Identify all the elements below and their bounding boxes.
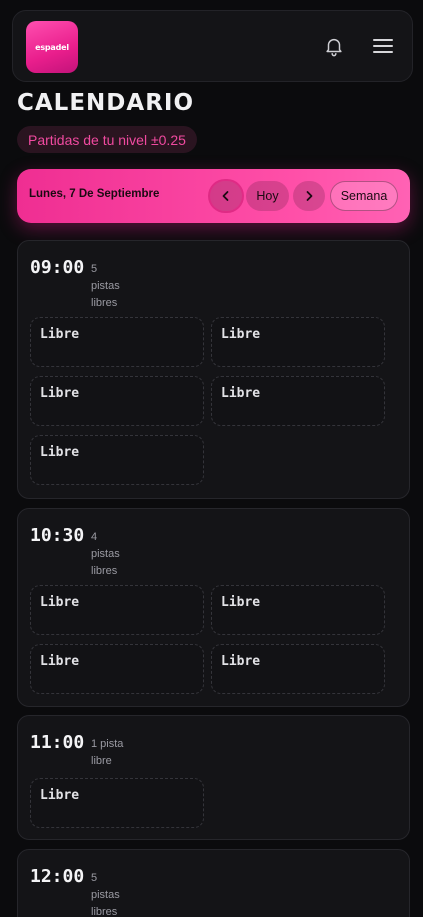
date-navigation-bar: Lunes, 7 De Septiembre Hoy Semana <box>17 169 410 223</box>
chevron-right-icon <box>306 191 313 201</box>
court-card[interactable]: Libre <box>30 644 204 694</box>
time-slot-card: 11:00 1 pista libre Libre <box>17 715 410 840</box>
time-slot-card: 12:00 5 pistas libres <box>17 849 410 917</box>
bell-icon[interactable] <box>323 35 345 57</box>
slot-availability: 5 pistas libres <box>91 263 120 309</box>
court-card[interactable]: Libre <box>211 644 385 694</box>
slot-availability: 4 pistas libres <box>91 531 120 577</box>
slot-availability: 5 pistas libres <box>91 872 120 917</box>
app-header: espadel <box>12 10 413 82</box>
hamburger-icon[interactable] <box>372 37 394 55</box>
court-card[interactable]: Libre <box>211 585 385 635</box>
week-view-button[interactable]: Semana <box>330 181 398 211</box>
current-date-label: Lunes, 7 De Septiembre <box>29 188 160 200</box>
court-card[interactable]: Libre <box>30 435 204 485</box>
court-card[interactable]: Libre <box>30 585 204 635</box>
next-day-button[interactable] <box>293 181 325 211</box>
slot-time: 12:00 <box>30 866 85 887</box>
time-slot-card: 10:30 4 pistas libres Libre Libre Libre … <box>17 508 410 707</box>
slot-time: 11:00 <box>30 732 85 753</box>
court-card[interactable]: Libre <box>30 778 204 828</box>
slot-time: 09:00 <box>30 257 85 278</box>
chevron-left-icon <box>222 191 229 201</box>
slot-availability: 1 pista libre <box>91 738 124 767</box>
court-card[interactable]: Libre <box>211 376 385 426</box>
court-card[interactable]: Libre <box>30 376 204 426</box>
time-slot-card: 09:00 5 pistas libres Libre Libre Libre … <box>17 240 410 499</box>
court-card[interactable]: Libre <box>30 317 204 367</box>
slot-time: 10:30 <box>30 525 85 546</box>
today-button[interactable]: Hoy <box>246 181 289 211</box>
court-card[interactable]: Libre <box>211 317 385 367</box>
level-filter-badge[interactable]: Partidas de tu nivel ±0.25 <box>17 126 197 153</box>
app-logo[interactable]: espadel <box>26 21 78 73</box>
previous-day-button[interactable] <box>210 181 242 211</box>
logo-text: espadel <box>35 42 69 52</box>
page-title: CALENDARIO <box>17 90 195 116</box>
